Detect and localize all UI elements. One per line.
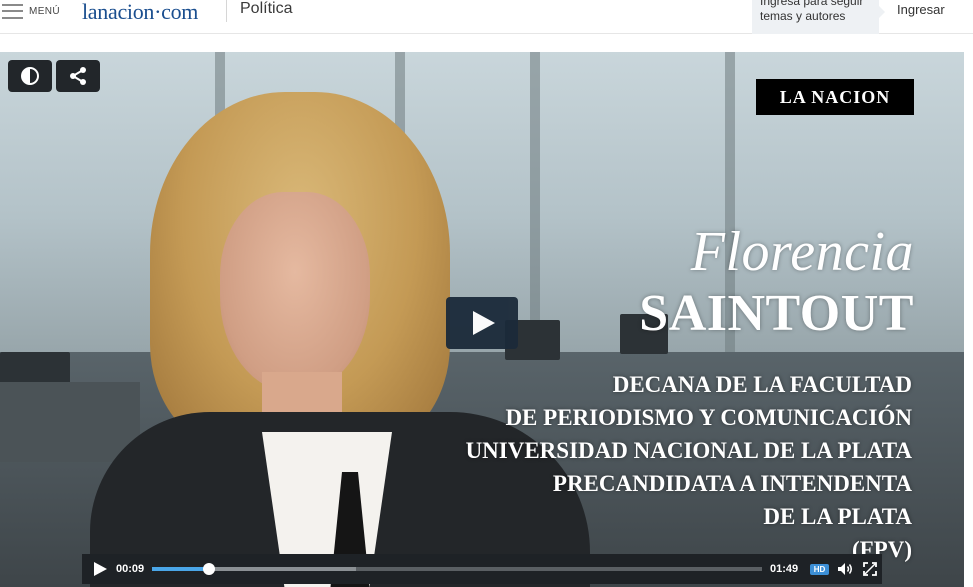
speaker-caption: DECANA DE LA FACULTAD DE PERIODISMO Y CO… <box>466 368 912 566</box>
volume-icon <box>838 563 852 575</box>
volume-button[interactable] <box>837 554 855 584</box>
progress-handle[interactable] <box>203 563 216 575</box>
play-pause-button[interactable] <box>82 554 114 584</box>
caption-line: DE LA PLATA <box>763 504 912 529</box>
share-button[interactable] <box>56 60 100 92</box>
site-header: MENÚ lanacion·com Política Ingresá para … <box>0 0 973 34</box>
hd-toggle[interactable]: HD <box>810 563 829 575</box>
caption-line: PRECANDIDATA A INTENDENTA <box>552 471 912 496</box>
theme-toggle-button[interactable] <box>8 60 52 92</box>
caption-line: DECANA DE LA FACULTAD <box>612 372 912 397</box>
video-brand-logo: LA NACION <box>756 79 914 115</box>
duration: 01:49 <box>770 563 799 575</box>
fullscreen-icon <box>863 562 877 576</box>
played-range <box>152 567 210 571</box>
follow-prompt[interactable]: Ingresá para seguir temas y autores <box>752 0 879 34</box>
fullscreen-button[interactable] <box>861 554 879 584</box>
current-time: 00:09 <box>116 563 145 575</box>
login-link[interactable]: Ingresar <box>897 2 945 17</box>
play-icon <box>473 311 495 335</box>
video-control-bar: 00:09 01:49 HD <box>82 554 882 584</box>
menu-label: MENÚ <box>29 5 61 17</box>
big-play-button[interactable] <box>446 297 518 349</box>
caption-line: DE PERIODISMO Y COMUNICACIÓN <box>505 405 912 430</box>
progress-bar[interactable] <box>152 563 762 575</box>
site-logo[interactable]: lanacion·com <box>82 0 198 25</box>
section-title[interactable]: Política <box>240 0 292 18</box>
header-divider <box>226 0 227 22</box>
contrast-icon <box>21 67 39 85</box>
caption-line: UNIVERSIDAD NACIONAL DE LA PLATA <box>465 438 912 463</box>
speaker-first-name: Florencia <box>690 221 914 283</box>
follow-prompt-arrow <box>879 6 885 18</box>
speaker-last-name: SAINTOUT <box>639 285 914 342</box>
follow-text-line2: temas y autores <box>760 9 846 23</box>
play-icon <box>93 562 107 576</box>
share-icon <box>70 67 86 85</box>
hamburger-icon <box>2 3 23 19</box>
follow-text-line1: Ingresá para seguir <box>760 0 864 8</box>
video-player[interactable]: LA NACION Florencia SAINTOUT DECANA DE L… <box>0 52 964 587</box>
menu-button[interactable]: MENÚ <box>2 3 60 19</box>
person-face <box>220 192 370 392</box>
